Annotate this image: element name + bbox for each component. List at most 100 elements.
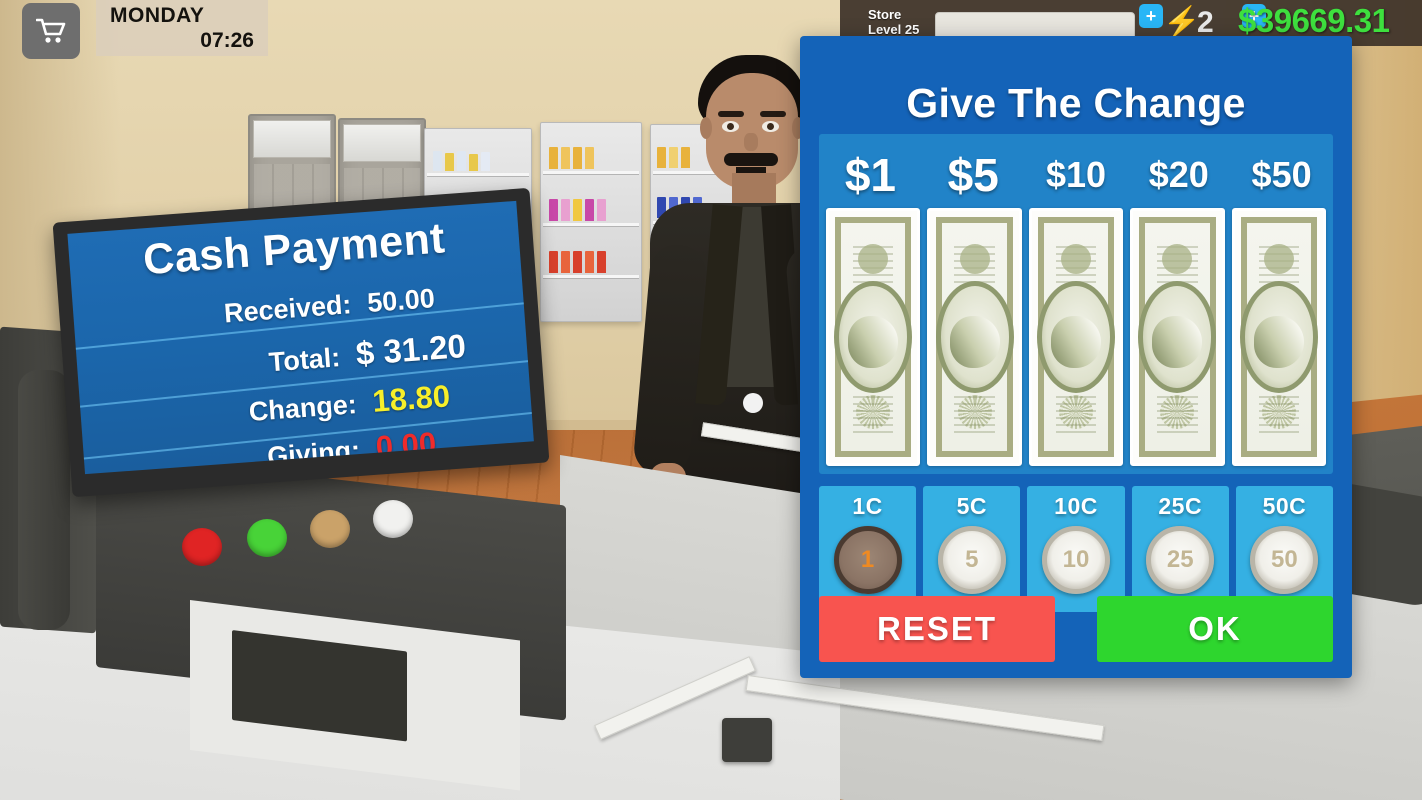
coin-button-1c[interactable]: 1C 1 [819,486,917,612]
banknote-bottom-text [1157,391,1198,433]
conveyor-divider-knob [722,718,772,762]
shelf-divider [543,223,639,227]
banknote-image [1239,217,1318,457]
add-coins-badge[interactable]: + [1139,4,1163,28]
coin-button-50c[interactable]: 50C 50 [1235,486,1334,612]
register-button-tan[interactable] [310,510,350,548]
coin-disc-50c: 50 [1250,526,1319,594]
banknote-top-seal [1162,244,1193,275]
coin-disc-25c: 25 [1146,526,1215,594]
game-screen: Cash Payment Received: 50.00 Total: $ 31… [0,0,1422,800]
bill-button-5[interactable] [927,208,1022,466]
register-button-white[interactable] [373,500,413,538]
lightning-bolt-icon: ⚡ [1163,6,1201,39]
reset-button[interactable]: RESET [819,596,1055,662]
coin-button-5c[interactable]: 5C 5 [923,486,1021,612]
bill-label-50: $50 [1251,154,1312,195]
vending-machine-display [343,124,421,162]
store-word: Store [868,7,902,22]
total-label: Total: [267,342,342,378]
banknote-bottom-text [853,391,894,433]
coin-button-10c[interactable]: 10C 10 [1027,486,1125,612]
banknote-image [935,217,1014,457]
money-value: 39669.31 [1255,2,1390,39]
coin-button-25c[interactable]: 25C 25 [1131,486,1229,612]
shelf-products [549,251,606,273]
product-rack-2 [540,122,642,322]
bill-buttons-row [826,208,1327,466]
customer-brow-left [718,111,744,117]
shelf-divider [427,173,529,177]
banknote-bottom-text [1055,391,1097,433]
vending-machine-display [253,120,331,158]
customer-eye-right [762,121,779,132]
store-level-label: Store Level 25 [868,7,919,37]
coin-disc-1c: 1 [833,526,902,594]
banknote-top-seal [1061,244,1092,275]
coin-label-1c: 1C [852,493,883,519]
ok-button[interactable]: OK [1097,596,1333,662]
register-button-red[interactable] [182,528,222,566]
register-button-green[interactable] [247,519,287,557]
banknote-bottom-text [1258,391,1300,433]
customer-jacket-button [743,393,763,413]
energy-value: 2 [1197,6,1214,39]
store-level-value: Level 25 [868,22,920,37]
coin-label-5c: 5C [956,493,987,519]
banknote-portrait-face [949,315,1000,368]
register-post [18,370,70,630]
shopping-cart-icon[interactable] [22,3,80,59]
coin-label-25c: 25C [1158,493,1203,519]
received-value: 50.00 [366,283,436,318]
banknote-bottom-text [954,391,995,433]
bill-button-10[interactable] [1028,208,1124,466]
customer-brow-right [760,111,786,117]
currency-symbol-icon: $ [1238,2,1256,39]
give-change-dialog: Give The Change $1 $5 $10 $20 $50 1C 1 5… [800,36,1352,678]
banknote-portrait-face [1152,315,1203,368]
customer-moustache [724,153,778,166]
banknote-image [834,217,913,457]
shelf-divider [543,275,639,279]
bill-label-1: $1 [844,149,896,201]
banknote-portrait-face [1253,315,1304,368]
banknote-top-seal [858,244,889,275]
bill-label-5: $5 [947,149,999,201]
bill-button-20[interactable] [1130,208,1225,466]
bill-label-20: $20 [1148,154,1209,195]
bill-denomination-labels: $1 $5 $10 $20 $50 [819,144,1333,206]
banknote-top-seal [959,244,990,275]
day-time-panel: MONDAY 07:26 [96,0,268,56]
banknote-portrait-face [848,315,899,368]
cash-payment-monitor: Cash Payment Received: 50.00 Total: $ 31… [52,187,550,498]
coins-panel: 1C 1 5C 5 10C 10 25C 25 50C 50 [819,486,1334,612]
shelf-products [549,147,594,169]
time-label: 07:26 [200,29,254,52]
dialog-title: Give The Change [906,80,1246,126]
coin-disc-5c: 5 [937,526,1006,594]
bill-button-50[interactable] [1231,208,1327,466]
plus-icon: + [1145,6,1157,26]
shelf-divider [543,171,639,175]
money-balance: $39669.31 [1238,2,1390,40]
coin-label-50c: 50C [1262,493,1307,519]
change-value: 18.80 [371,378,452,419]
banknote-portrait-face [1051,315,1102,368]
banknote-top-seal [1263,244,1294,275]
banknote-image [1138,217,1217,457]
day-label: MONDAY [110,4,205,27]
bill-button-1[interactable] [826,208,921,466]
coin-disc-10c: 10 [1042,526,1110,594]
banknote-image [1037,217,1116,457]
shelf-products [549,199,606,221]
cash-payment-screen: Cash Payment Received: 50.00 Total: $ 31… [67,200,534,475]
customer-ear-left [700,117,712,139]
coin-label-10c: 10C [1054,493,1098,519]
shelf-products [433,151,490,171]
bills-panel: $1 $5 $10 $20 $50 [819,134,1333,474]
dialog-action-buttons: RESET OK [819,596,1333,662]
bill-label-10: $10 [1045,154,1107,195]
change-label: Change: [247,389,358,427]
customer-nose [744,133,758,151]
customer-eye-left [722,121,739,132]
